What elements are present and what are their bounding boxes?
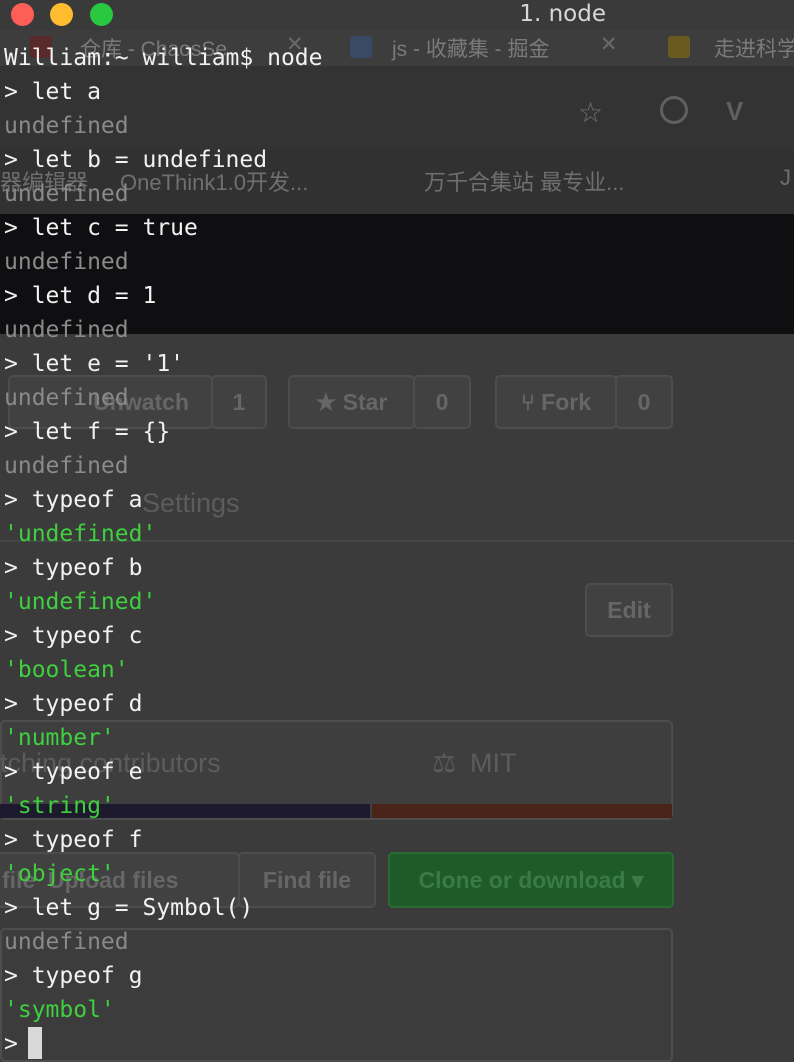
repl-current-prompt[interactable]: >: [4, 1027, 323, 1061]
background-tab-label: 走进科学: [714, 38, 794, 61]
repl-input-line: > typeof a: [4, 487, 143, 513]
bookmark-item: J: [780, 165, 791, 190]
repl-input-line: > let f = {}: [4, 419, 171, 445]
repl-input-line: > typeof e: [4, 759, 143, 785]
repl-input-line: > let b = undefined: [4, 147, 268, 173]
repl-input-line: > let g = Symbol(): [4, 895, 254, 921]
repl-output-line: undefined: [4, 929, 129, 955]
globe-icon: [660, 96, 688, 124]
window-title: 1. node: [519, 1, 606, 27]
repl-input-line: > let e = '1': [4, 351, 185, 377]
fork-label: Fork: [541, 388, 592, 415]
edit-button: Edit: [585, 583, 673, 637]
repl-output-line: undefined: [4, 113, 129, 139]
prompt-symbol: >: [4, 1031, 18, 1057]
fork-count: 0: [615, 375, 673, 429]
repl-output-line: 'string': [4, 793, 115, 819]
repl-input-line: > typeof f: [4, 827, 143, 853]
repl-input-line: > let a: [4, 79, 101, 105]
repl-input-line: > typeof b: [4, 555, 143, 581]
clone-label: Clone or download: [418, 866, 626, 893]
license-label: MIT: [470, 748, 517, 778]
repl-output-line: 'number': [4, 725, 115, 751]
repl-output-line: undefined: [4, 453, 129, 479]
repl-output-line: 'object': [4, 861, 115, 887]
star-count-value: 0: [435, 388, 449, 415]
text-cursor: [27, 1027, 42, 1059]
star-label: Star: [342, 388, 388, 415]
repl-input-line: > typeof c: [4, 623, 143, 649]
license-scale-icon: ⚖: [432, 748, 457, 778]
fork-button: ⑂ Fork: [495, 375, 617, 429]
repl-output-line: 'undefined': [4, 589, 157, 615]
shell-prompt-line: William:~ william$ node: [4, 45, 323, 71]
repl-output-line: 'boolean': [4, 657, 129, 683]
background-tab-label: js - 收藏集 - 掘金: [392, 38, 550, 61]
language-bar-segment: [372, 804, 672, 818]
repl-input-line: > typeof d: [4, 691, 143, 717]
repl-input-line: > let d = 1: [4, 283, 157, 309]
repl-input-line: > typeof g: [4, 963, 143, 989]
clone-download-button: Clone or download ▾: [388, 852, 674, 908]
tab-close-icon: ✕: [600, 33, 618, 56]
tab-favicon-icon: [668, 36, 690, 58]
fork-count-value: 0: [637, 388, 651, 415]
repl-output-line: 'undefined': [4, 521, 157, 547]
bookmark-star-icon: ☆: [578, 97, 604, 128]
repl-output-line: undefined: [4, 385, 129, 411]
tab-favicon-icon: [350, 36, 372, 58]
repl-input-line: > let c = true: [4, 215, 198, 241]
repl-output-line: undefined: [4, 317, 129, 343]
edit-label: Edit: [607, 596, 651, 623]
window-title-bar: 1. node: [0, 0, 794, 30]
repl-output-line: undefined: [4, 249, 129, 275]
bookmark-item: 万千合集站 最专业...: [424, 170, 625, 195]
extension-icon: V: [726, 96, 744, 126]
fork-icon: ⑂: [520, 388, 542, 415]
repl-output-line: 'symbol': [4, 997, 115, 1023]
repl-output-line: undefined: [4, 181, 129, 207]
terminal-output[interactable]: William:~ william$ node > let a undefined >…: [4, 41, 323, 1061]
star-count: 0: [413, 375, 471, 429]
dropdown-caret-icon: ▾: [631, 866, 644, 893]
